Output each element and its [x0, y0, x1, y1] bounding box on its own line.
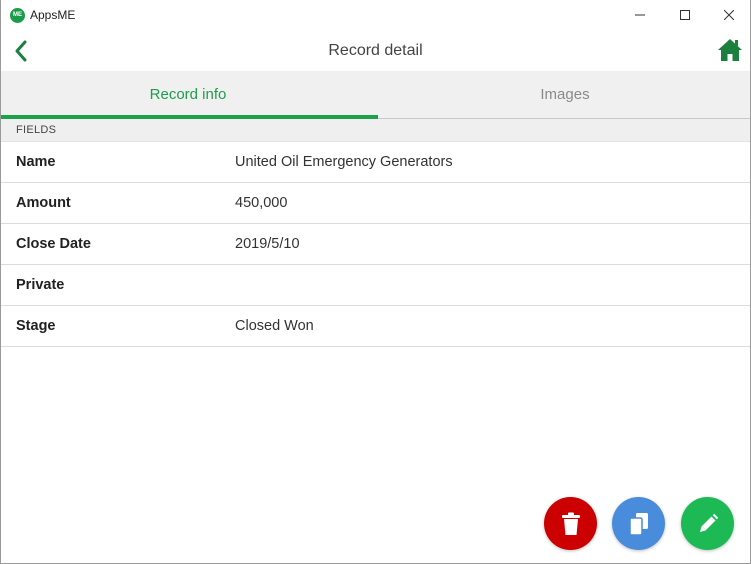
field-row-private: Private [1, 265, 750, 306]
home-button[interactable] [714, 35, 746, 65]
app-window: ME AppsME Record detail Record info Imag… [0, 0, 751, 564]
delete-button[interactable] [544, 497, 597, 550]
field-row-amount: Amount 450,000 [1, 183, 750, 224]
field-label: Private [16, 277, 65, 293]
field-row-close-date: Close Date 2019/5/10 [1, 224, 750, 265]
nav-header: Record detail [1, 30, 750, 71]
trash-icon [561, 512, 580, 535]
app-title: AppsME [30, 8, 76, 22]
app-logo-icon: ME [10, 8, 25, 23]
tab-images[interactable]: Images [378, 71, 751, 119]
field-row-name: Name United Oil Emergency Generators [1, 142, 750, 183]
field-label: Name [16, 154, 56, 170]
home-icon [718, 39, 742, 61]
title-bar: ME AppsME [1, 0, 750, 30]
page-title: Record detail [328, 42, 423, 59]
tab-bar: Record info Images [1, 71, 750, 119]
copy-button[interactable] [612, 497, 665, 550]
field-list: Name United Oil Emergency Generators Amo… [1, 142, 750, 347]
close-icon [724, 10, 734, 20]
field-value: 2019/5/10 [235, 236, 300, 252]
close-button[interactable] [707, 0, 751, 30]
field-row-stage: Stage Closed Won [1, 306, 750, 347]
copy-icon [628, 512, 648, 536]
field-label: Amount [16, 195, 71, 211]
minimize-button[interactable] [618, 0, 662, 30]
maximize-button[interactable] [663, 0, 707, 30]
field-value: 450,000 [235, 195, 288, 211]
field-value: United Oil Emergency Generators [235, 154, 453, 170]
field-label: Close Date [16, 236, 91, 252]
tab-record-info[interactable]: Record info [1, 71, 375, 119]
maximize-icon [680, 10, 690, 20]
field-value: Closed Won [235, 318, 314, 334]
edit-button[interactable] [681, 497, 734, 550]
section-header: FIELDS [1, 119, 750, 142]
minimize-icon [635, 14, 645, 16]
field-label: Stage [16, 318, 56, 334]
pencil-icon [699, 513, 718, 532]
section-label: FIELDS [16, 124, 57, 136]
